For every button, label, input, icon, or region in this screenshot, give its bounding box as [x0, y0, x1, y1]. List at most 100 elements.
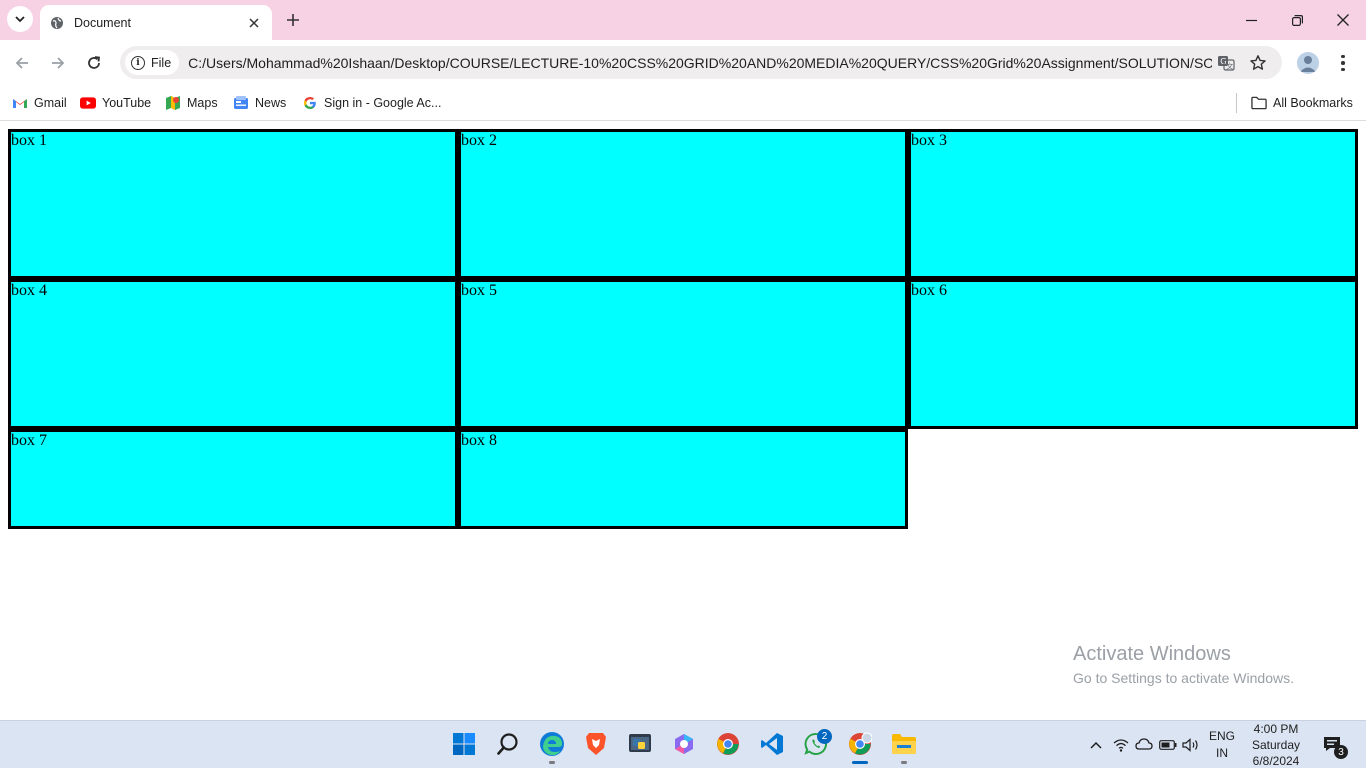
windows-taskbar: 2 ENG IN 4:00 PM Saturday 6/8/2024 3	[0, 720, 1366, 768]
volume-control[interactable]	[1181, 735, 1201, 755]
grid-box-6: box 6	[908, 279, 1358, 429]
plus-icon	[287, 14, 299, 26]
show-hidden-icons-button[interactable]	[1086, 735, 1106, 755]
grid-box-4: box 4	[8, 279, 458, 429]
info-icon: i	[131, 55, 145, 70]
watermark-subtitle: Go to Settings to activate Windows.	[1073, 670, 1294, 686]
bookmark-youtube[interactable]: YouTube	[80, 92, 151, 114]
bookmark-label: News	[255, 96, 287, 110]
clock-date: 6/8/2024	[1252, 754, 1300, 768]
youtube-icon	[80, 95, 96, 111]
bookmark-label: Gmail	[34, 96, 67, 110]
svg-text:文: 文	[1226, 61, 1233, 70]
notification-badge: 3	[1334, 745, 1348, 759]
search-icon	[497, 733, 518, 755]
profile-avatar[interactable]	[1297, 52, 1319, 74]
taskbar-chrome-profile[interactable]	[847, 731, 873, 757]
taskbar-brave[interactable]	[583, 731, 609, 757]
close-icon	[249, 17, 259, 28]
site-info-chip[interactable]: i File	[125, 50, 180, 75]
whatsapp-badge: 2	[817, 729, 832, 744]
tab-search-button[interactable]	[7, 6, 33, 32]
chevron-down-icon	[15, 16, 25, 23]
url-scheme-label: File	[151, 55, 172, 70]
bookmark-maps[interactable]: Maps	[165, 92, 218, 114]
url-text[interactable]: C:/Users/Mohammad%20Ishaan/Desktop/COURS…	[188, 55, 1212, 71]
close-icon	[1337, 14, 1349, 26]
arrow-left-icon	[15, 57, 28, 69]
taskbar-search-button[interactable]	[495, 731, 521, 757]
page-viewport: box 1 box 2 box 3 box 4 box 5 box 6 box …	[0, 121, 1366, 720]
folder-icon	[892, 734, 916, 754]
bookmark-label: Sign in - Google Ac...	[324, 96, 442, 110]
grid-box-7: box 7	[8, 429, 458, 529]
tab-close-button[interactable]	[244, 13, 264, 33]
taskbar-file-explorer[interactable]	[891, 731, 917, 757]
kebab-menu-icon	[1341, 54, 1345, 59]
all-bookmarks-label: All Bookmarks	[1273, 96, 1353, 110]
taskbar-python-editor[interactable]	[627, 731, 653, 757]
browser-menu-button[interactable]	[1334, 52, 1352, 74]
browser-toolbar: i File C:/Users/Mohammad%20Ishaan/Deskto…	[0, 40, 1366, 86]
language-code: ENG	[1208, 729, 1235, 743]
region-code: IN	[1216, 746, 1228, 760]
onedrive-status[interactable]	[1134, 735, 1154, 755]
arrow-right-icon	[52, 57, 65, 69]
taskbar-copilot[interactable]	[671, 731, 697, 757]
bookmark-news[interactable]: News	[233, 92, 286, 114]
bookmark-label: YouTube	[102, 96, 152, 110]
vscode-icon	[761, 733, 783, 755]
minimize-button[interactable]	[1228, 0, 1274, 40]
forward-button[interactable]	[44, 49, 72, 77]
restore-button[interactable]	[1274, 0, 1320, 40]
globe-icon	[50, 16, 64, 30]
news-icon	[233, 95, 249, 111]
wifi-icon	[1113, 739, 1129, 752]
folder-icon	[1251, 95, 1267, 111]
wifi-status[interactable]	[1111, 735, 1131, 755]
clock-day: Saturday	[1251, 738, 1301, 752]
battery-icon	[1159, 740, 1177, 750]
bookmark-gmail[interactable]: Gmail	[12, 92, 67, 114]
reload-icon	[88, 56, 101, 69]
tab-document[interactable]: Document	[40, 5, 272, 40]
bookmark-label: Maps	[187, 96, 218, 110]
bookmarks-bar: Gmail YouTube Maps News Sign in - Google…	[0, 86, 1366, 121]
new-tab-button[interactable]	[281, 8, 305, 32]
active-app-indicator	[852, 761, 868, 764]
translate-icon: G文	[1218, 56, 1235, 71]
speaker-icon	[1182, 738, 1198, 752]
back-button[interactable]	[8, 49, 36, 77]
taskbar-chrome[interactable]	[715, 731, 741, 757]
python-icon	[629, 734, 651, 752]
tab-title: Document	[74, 15, 131, 30]
translate-button[interactable]: G文	[1216, 53, 1236, 73]
system-clock[interactable]: 4:00 PM Saturday 6/8/2024	[1246, 721, 1306, 769]
watermark-title: Activate Windows	[1073, 643, 1231, 665]
google-icon	[302, 95, 318, 111]
close-window-button[interactable]	[1320, 0, 1366, 40]
tab-strip: Document	[0, 0, 1366, 40]
windows-logo-icon	[453, 733, 475, 755]
bookmark-star-button[interactable]	[1248, 53, 1268, 73]
avatar-icon	[1297, 52, 1319, 74]
gmail-icon	[12, 95, 28, 111]
chrome-profile-icon	[849, 732, 872, 755]
all-bookmarks-button[interactable]: All Bookmarks	[1251, 92, 1353, 114]
address-bar[interactable]: i File C:/Users/Mohammad%20Ishaan/Deskto…	[120, 46, 1282, 79]
restore-icon	[1291, 14, 1303, 26]
taskbar-edge[interactable]	[539, 731, 565, 757]
grid-box-3: box 3	[908, 129, 1358, 279]
grid-box-1: box 1	[8, 129, 458, 279]
star-icon	[1250, 55, 1266, 70]
bookmark-google-signin[interactable]: Sign in - Google Ac...	[302, 92, 441, 114]
start-button[interactable]	[451, 731, 477, 757]
copilot-icon	[675, 734, 693, 754]
taskbar-vscode[interactable]	[759, 731, 785, 757]
battery-status[interactable]	[1158, 735, 1178, 755]
running-indicator	[901, 761, 907, 764]
minimize-icon	[1245, 19, 1257, 21]
input-language-indicator[interactable]: ENG IN	[1208, 728, 1236, 762]
reload-button[interactable]	[80, 49, 108, 77]
activate-windows-watermark: Activate Windows Go to Settings to activ…	[1073, 643, 1294, 686]
